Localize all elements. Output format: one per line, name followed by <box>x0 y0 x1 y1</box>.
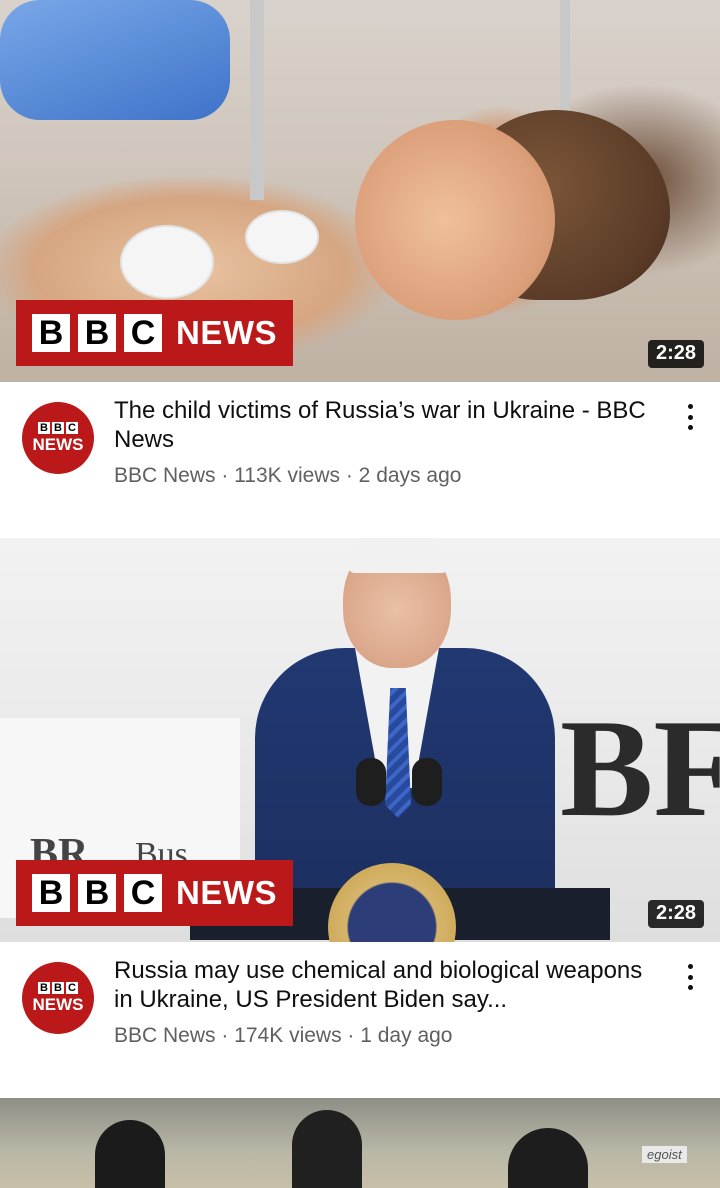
bbc-logo-block: B <box>78 874 116 912</box>
video-meta: B B C NEWS The child victims of Russia’s… <box>0 382 720 538</box>
video-card[interactable]: BF BR Bus B B C NEWS 2:28 B B C NEWS Rus… <box>0 538 720 1098</box>
channel-avatar[interactable]: B B C NEWS <box>22 962 94 1034</box>
masked-figure <box>292 1110 362 1188</box>
video-subtitle: BBC News · 113K views · 2 days ago <box>114 464 462 487</box>
video-duration: 2:28 <box>647 340 704 368</box>
electrode-pad <box>245 210 319 264</box>
avatar-logo-block: C <box>66 422 78 434</box>
bbc-logo-block: B <box>32 314 70 352</box>
vertical-ellipsis-icon <box>687 964 693 969</box>
bbc-logo-block: C <box>124 314 162 352</box>
masked-figure <box>508 1128 588 1188</box>
vertical-ellipsis-icon <box>687 974 693 980</box>
vertical-ellipsis-icon <box>687 425 693 430</box>
video-thumbnail[interactable]: egoist <box>0 1098 720 1188</box>
video-subtitle: BBC News · 174K views · 1 day ago <box>114 1024 453 1047</box>
avatar-logo-blocks: B B C <box>38 422 78 434</box>
video-duration: 2:28 <box>647 900 704 928</box>
speaker-hair <box>348 538 448 573</box>
bbc-logo-block: B <box>78 314 116 352</box>
bbc-logo-word: NEWS <box>176 314 277 351</box>
video-feed: B B C NEWS 2:28 B B C NEWS The child vic… <box>0 0 720 1188</box>
video-thumbnail[interactable]: BF BR Bus B B C NEWS 2:28 <box>0 538 720 942</box>
video-title[interactable]: The child victims of Russia’s war in Ukr… <box>114 396 654 454</box>
bbc-news-logo: B B C NEWS <box>16 300 293 366</box>
bbc-logo-block: C <box>124 874 162 912</box>
electrode-pad <box>120 225 214 299</box>
bbc-news-logo: B B C NEWS <box>16 860 293 926</box>
bbc-logo-word: NEWS <box>176 874 277 911</box>
avatar-logo-block: B <box>52 982 64 994</box>
avatar-logo-block: B <box>38 422 50 434</box>
masked-figure <box>95 1120 165 1188</box>
video-thumbnail[interactable]: B B C NEWS 2:28 <box>0 0 720 382</box>
microphone <box>412 758 442 806</box>
vertical-ellipsis-icon <box>687 414 693 420</box>
microphone <box>356 758 386 806</box>
bed-rail <box>250 0 264 200</box>
video-card[interactable]: egoist <box>0 1098 720 1188</box>
avatar-logo-block: C <box>66 982 78 994</box>
avatar-logo-word: NEWS <box>32 435 84 454</box>
gloved-hand <box>0 0 230 120</box>
video-meta: B B C NEWS Russia may use chemical and b… <box>0 942 720 1098</box>
vertical-ellipsis-icon <box>687 404 693 409</box>
channel-avatar[interactable]: B B C NEWS <box>22 402 94 474</box>
background-sign-letters: BF <box>560 691 720 846</box>
video-card[interactable]: B B C NEWS 2:28 B B C NEWS The child vic… <box>0 0 720 538</box>
more-options-button[interactable] <box>678 962 702 992</box>
storefront-sign: egoist <box>642 1146 687 1163</box>
avatar-logo-block: B <box>52 422 64 434</box>
video-title[interactable]: Russia may use chemical and biological w… <box>114 956 654 1014</box>
bbc-logo-block: B <box>32 874 70 912</box>
vertical-ellipsis-icon <box>687 985 693 990</box>
child-face <box>355 120 555 320</box>
avatar-logo-blocks: B B C <box>38 982 78 994</box>
more-options-button[interactable] <box>678 402 702 432</box>
avatar-logo-block: B <box>38 982 50 994</box>
avatar-logo-word: NEWS <box>32 995 84 1014</box>
